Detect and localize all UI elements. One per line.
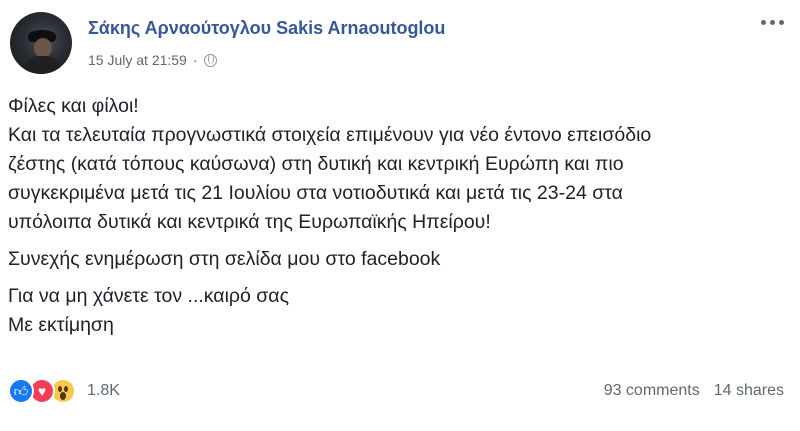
- reaction-count[interactable]: 1.8K: [87, 382, 120, 400]
- meta-separator: ·: [192, 52, 198, 68]
- avatar-body: [24, 56, 60, 74]
- like-icon: 👍︎: [8, 378, 34, 404]
- dot-icon: [779, 20, 784, 25]
- shares-link[interactable]: 14 shares: [714, 382, 784, 400]
- post-footer: 👍︎ ♥ 1.8K 93 comments 14 shares: [8, 376, 784, 406]
- post-update-line: Συνεχής ενημέρωση στη σελίδα μου στο fac…: [8, 248, 441, 270]
- avatar[interactable]: [10, 12, 72, 74]
- post-closing-line: Με εκτίμηση: [8, 314, 114, 336]
- more-options-button[interactable]: [761, 20, 784, 25]
- post-timestamp[interactable]: 15 July at 21:59: [88, 52, 187, 68]
- comments-link[interactable]: 93 comments: [604, 382, 700, 400]
- post-line: συγκεκριμένα μετά τις 21 Ιουλίου στα νοτ…: [8, 182, 623, 204]
- post-content: Φίλες και φίλοι! Και τα τελευταία προγνω…: [8, 92, 788, 340]
- post-stats: 93 comments 14 shares: [604, 382, 784, 400]
- post-line: Φίλες και φίλοι!: [8, 95, 139, 117]
- post-line: υπόλοιπα δυτικά και κεντρικά της Ευρωπαϊ…: [8, 211, 491, 233]
- post-line: Και τα τελευταία προγνωστικά στοιχεία επ…: [8, 124, 652, 146]
- globe-icon[interactable]: [203, 53, 217, 67]
- post-closing-line: Για να μη χάνετε τον ...καιρό σας: [8, 285, 289, 307]
- post-meta: 15 July at 21:59 ·: [88, 52, 217, 68]
- facebook-post: Σάκης Αρναούτογλου Sakis Arnaoutoglou 15…: [0, 0, 800, 431]
- author-name[interactable]: Σάκης Αρναούτογλου Sakis Arnaoutoglou: [88, 18, 445, 39]
- reactions-summary[interactable]: 👍︎ ♥ 1.8K: [8, 378, 120, 404]
- avatar-face: [34, 38, 52, 58]
- dot-icon: [770, 20, 775, 25]
- post-line: ζέστης (κατά τόπους καύσωνα) στη δυτική …: [8, 153, 624, 175]
- dot-icon: [761, 20, 766, 25]
